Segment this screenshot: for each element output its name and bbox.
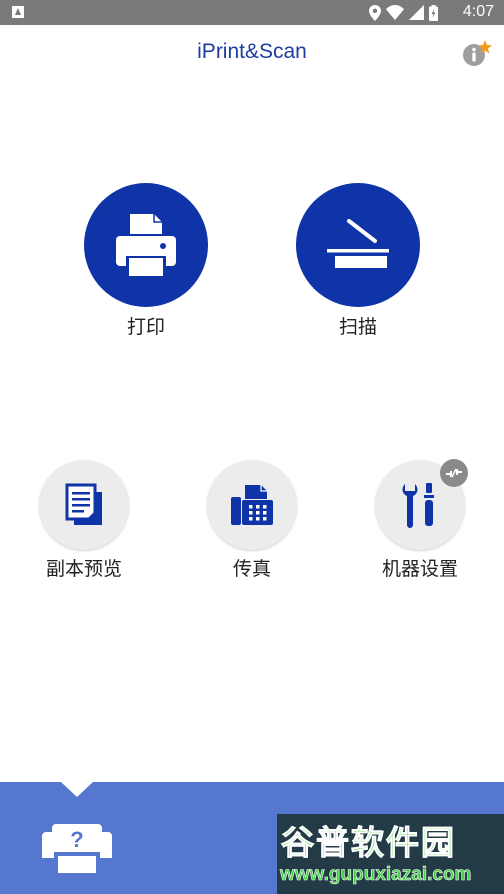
disconnected-badge	[440, 459, 468, 487]
print-label: 打印	[126, 316, 165, 338]
copy-preview-button[interactable]	[39, 460, 129, 550]
app-title: iPrint&Scan	[197, 40, 307, 63]
machine-settings-label: 机器设置	[381, 558, 458, 580]
print-icon	[116, 214, 176, 276]
copy-preview-icon	[65, 483, 102, 525]
fax-label: 传真	[232, 558, 271, 580]
status-bar: 4:07	[0, 0, 504, 25]
machine-settings-icon	[402, 483, 434, 528]
panel-pointer	[61, 782, 93, 797]
disconnected-icon	[446, 468, 462, 478]
print-button[interactable]	[84, 183, 208, 307]
wifi-icon	[386, 5, 404, 20]
copy-preview-label: 副本预览	[45, 558, 122, 580]
status-time: 4:07	[462, 3, 494, 20]
fax-icon	[231, 485, 273, 525]
printer-select-button[interactable]: ?	[42, 822, 112, 874]
scan-icon	[327, 219, 389, 268]
svg-text:?: ?	[70, 827, 83, 852]
watermark: 谷普软件园 www.gupuxiazai.com	[277, 814, 504, 894]
info-icon	[463, 40, 492, 66]
fax-button[interactable]	[207, 460, 297, 550]
battery-icon	[429, 4, 438, 21]
scan-button[interactable]	[296, 183, 420, 307]
location-icon	[369, 4, 381, 21]
watermark-brand: 谷普软件园	[281, 823, 456, 863]
notification-icon	[12, 6, 24, 18]
watermark-url: www.gupuxiazai.com	[280, 864, 472, 886]
signal-icon	[409, 5, 424, 20]
scan-label: 扫描	[338, 316, 377, 338]
printer-select-icon: ?	[42, 824, 112, 873]
status-icons	[369, 4, 438, 21]
info-button[interactable]	[462, 40, 492, 68]
